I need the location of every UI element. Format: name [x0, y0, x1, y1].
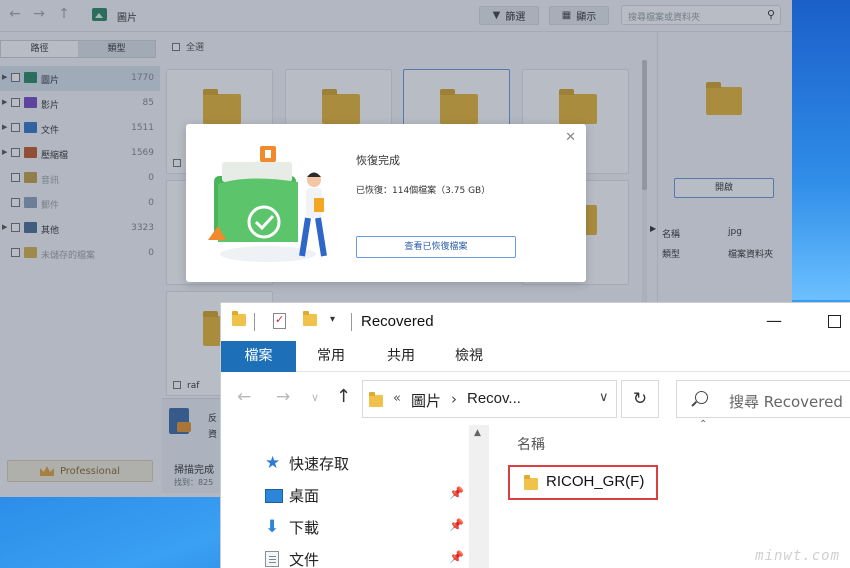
nav-item-downloads[interactable]: ⬇ 下載 📌	[221, 512, 471, 542]
recent-locations-chevron-icon[interactable]: ∨	[311, 391, 319, 404]
file-list: 名稱 RICOH_GR(F)	[491, 425, 850, 568]
new-folder-icon[interactable]	[303, 311, 317, 326]
address-bar[interactable]: « 圖片 › Recov... ∨	[362, 380, 617, 418]
scroll-up-arrow-icon[interactable]: ▲	[474, 428, 481, 438]
recovery-complete-dialog: ✕ 恢復完成 已恢復：114個檔案（3.75 GB） 查看已恢復檔案	[186, 124, 586, 282]
quick-access-dropdown-icon[interactable]: ▾	[330, 314, 335, 325]
nav-item-quick-access[interactable]: ★ 快速存取	[221, 448, 471, 478]
column-header-name[interactable]: 名稱	[517, 434, 545, 454]
nav-item-label: 快速存取	[289, 455, 350, 473]
download-arrow-icon: ⬇	[265, 517, 280, 537]
search-icon	[695, 391, 708, 404]
nav-item-documents[interactable]: 文件 📌	[221, 544, 471, 568]
explorer-ribbon: 檔案 常用 共用 檢視	[221, 341, 850, 372]
ribbon-tab-home[interactable]: 常用	[301, 341, 361, 372]
forward-arrow-icon[interactable]: →	[276, 387, 290, 407]
explorer-search-input[interactable]: 搜尋 Recovered	[676, 380, 850, 418]
list-item[interactable]: RICOH_GR(F)	[508, 465, 658, 500]
refresh-icon: ↻	[632, 389, 648, 409]
nav-item-label: 文件	[289, 551, 320, 568]
pin-icon[interactable]: 📌	[449, 486, 464, 500]
refresh-button[interactable]: ↻	[621, 380, 659, 418]
breadcrumb-pictures[interactable]: 圖片	[411, 390, 441, 411]
up-arrow-icon[interactable]: ↑	[336, 386, 351, 407]
desktop-wallpaper-streak	[790, 0, 850, 300]
explorer-titlebar: ▾ Recovered —	[221, 303, 850, 341]
folder-icon	[524, 475, 538, 490]
navigation-pane-scrollbar[interactable]: ▲	[469, 425, 489, 568]
view-recovered-files-button[interactable]: 查看已恢復檔案	[356, 236, 516, 258]
close-icon[interactable]: ✕	[565, 130, 576, 145]
address-dropdown-chevron-icon[interactable]: ∨	[599, 390, 609, 405]
dialog-title: 恢復完成	[356, 154, 400, 167]
nav-item-desktop[interactable]: 桌面 📌	[221, 480, 471, 510]
dialog-recovered-summary: 已恢復：114個檔案（3.75 GB）	[356, 186, 491, 196]
properties-icon[interactable]	[273, 313, 286, 329]
back-arrow-icon[interactable]: ←	[237, 387, 251, 407]
maximize-button[interactable]	[828, 315, 841, 328]
ribbon-tab-view[interactable]: 檢視	[439, 341, 499, 372]
nav-item-label: 下載	[289, 519, 320, 537]
nav-item-label: 桌面	[289, 487, 320, 505]
pin-icon[interactable]: 📌	[449, 518, 464, 532]
folder-icon	[369, 392, 383, 407]
breadcrumb-recovered[interactable]: Recov...	[467, 390, 521, 407]
star-icon: ★	[265, 453, 281, 473]
document-icon	[265, 551, 279, 567]
explorer-address-row: ← → ∨ ↑ « 圖片 › Recov... ∨ ↻ 搜尋 Recovered	[221, 377, 850, 422]
explorer-window-title: Recovered	[361, 313, 434, 330]
file-explorer-window: ▾ Recovered — 檔案 常用 共用 檢視 ← → ∨ ↑ « 圖片 ›…	[220, 302, 850, 568]
ribbon-tab-share[interactable]: 共用	[371, 341, 431, 372]
navigation-pane: ★ 快速存取 桌面 📌 ⬇ 下載 📌 文件 📌	[221, 425, 491, 568]
explorer-search-placeholder: 搜尋 Recovered	[729, 393, 843, 411]
site-watermark: minwt.com	[755, 548, 840, 564]
titlebar-separator	[254, 313, 255, 331]
list-item-label: RICOH_GR(F)	[546, 473, 645, 490]
pin-icon[interactable]: 📌	[449, 550, 464, 564]
titlebar-separator	[351, 313, 352, 331]
ribbon-tab-file[interactable]: 檔案	[221, 341, 296, 372]
desktop-icon	[265, 489, 283, 503]
breadcrumb-separator-icon[interactable]: ›	[451, 390, 457, 408]
recovery-success-illustration	[208, 146, 327, 262]
address-overflow-marker[interactable]: «	[393, 391, 401, 406]
folder-icon	[232, 311, 246, 326]
minimize-button[interactable]: —	[766, 311, 782, 330]
